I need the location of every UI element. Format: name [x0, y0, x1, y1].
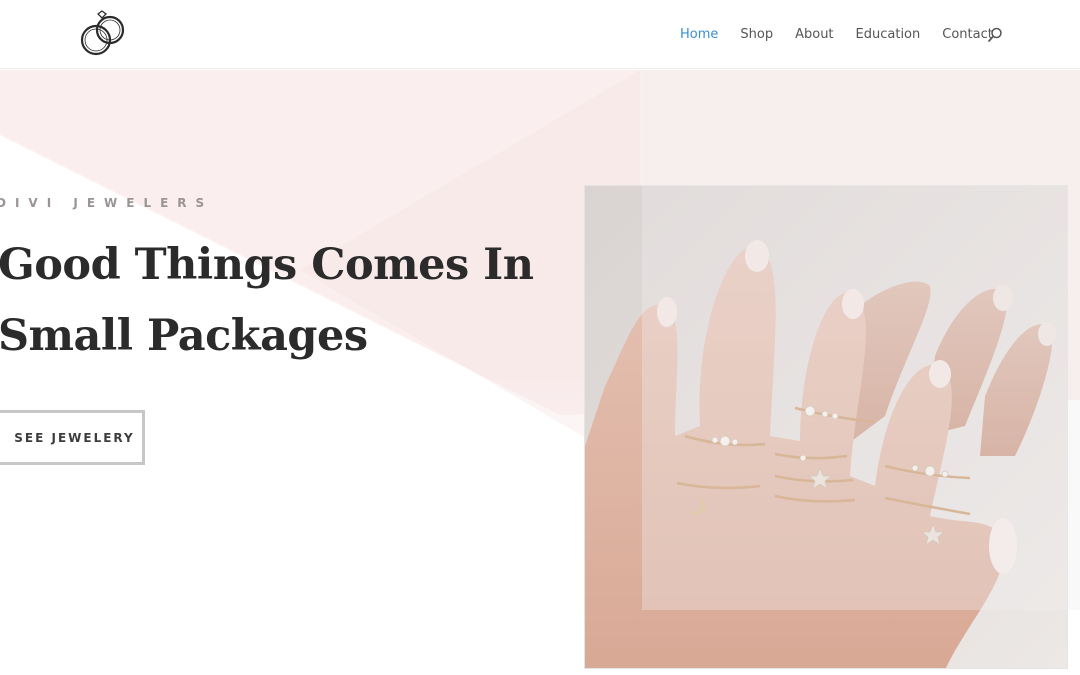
interlocked-rings-icon[interactable] — [76, 8, 130, 60]
hero-section: DIVI JEWELERS Good Things Comes In Small… — [0, 70, 1080, 675]
main-nav: Home Shop About Education Contact — [680, 26, 1015, 44]
nav-home[interactable]: Home — [680, 26, 718, 44]
nav-contact[interactable]: Contact — [942, 26, 993, 44]
search-icon[interactable] — [987, 27, 1003, 43]
site-header: Home Shop About Education Contact — [0, 0, 1080, 69]
nav-shop[interactable]: Shop — [740, 26, 773, 44]
hands-with-rings-photo — [584, 185, 1068, 669]
hero-headline: Good Things Comes In Small Packages — [0, 230, 558, 372]
brand-eyebrow: DIVI JEWELERS — [0, 196, 214, 210]
headline-line-2: Small Packages — [0, 311, 368, 361]
see-jewelery-button[interactable]: SEE JEWELERY — [0, 410, 145, 465]
headline-line-1: Good Things Comes In — [0, 240, 534, 290]
nav-about[interactable]: About — [795, 26, 833, 44]
nav-education[interactable]: Education — [856, 26, 921, 44]
